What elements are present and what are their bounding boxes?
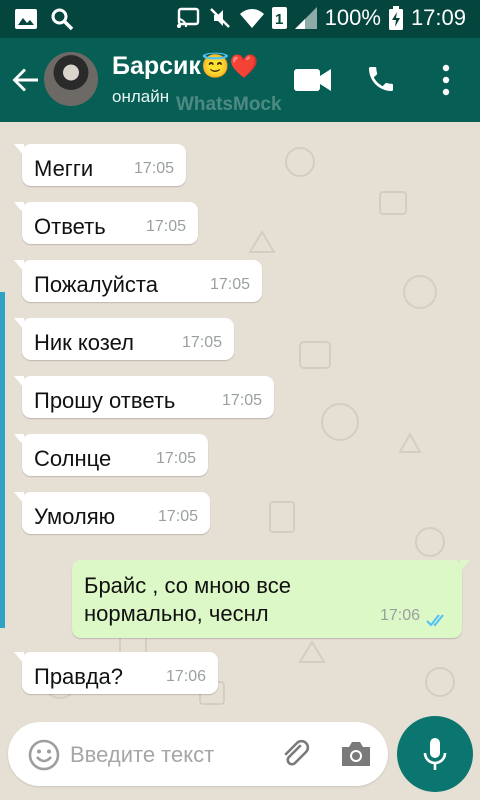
message-time: 17:05 [145, 218, 186, 235]
message-bubble-incoming[interactable]: Солнце 17:05 [14, 434, 208, 476]
message-time: 17:05 [157, 508, 198, 525]
message-bubble-incoming[interactable]: Мегги 17:05 [14, 144, 186, 186]
video-call-icon[interactable] [294, 67, 332, 93]
message-time: 17:06 [165, 668, 206, 685]
camera-icon[interactable] [339, 739, 373, 769]
message-bubble-incoming[interactable]: Правда? 17:06 [14, 652, 218, 694]
phone-icon[interactable] [365, 63, 397, 95]
message-text: Умоляю [34, 504, 116, 529]
clock: 17:09 [410, 5, 466, 30]
message-time: 17:05 [155, 450, 196, 467]
mute-icon [209, 8, 230, 28]
message-bubble-incoming[interactable]: Умоляю 17:05 [14, 492, 210, 534]
mic-icon [423, 738, 447, 770]
contact-name-row[interactable]: Барсик😇❤️ [112, 52, 258, 81]
watermark: WhatsMock [176, 94, 282, 115]
image-icon [15, 9, 37, 29]
message-time: 17:05 [209, 276, 250, 293]
cast-icon [176, 7, 199, 28]
message-text: Солнце [34, 446, 112, 471]
read-receipt-icon [426, 614, 444, 627]
message-text: Ответь [34, 214, 106, 239]
emoji-icon[interactable] [28, 739, 60, 771]
message-text: Прошу ответь [34, 388, 176, 413]
message-text: Ник козел [34, 330, 134, 355]
more-vert-icon[interactable] [436, 62, 456, 98]
avatar[interactable] [44, 52, 98, 106]
status-bar: 1 100% 17:09 [0, 0, 480, 38]
message-bubble-incoming[interactable]: Ответь 17:05 [14, 202, 198, 244]
message-text: Правда? [34, 664, 124, 689]
mic-button[interactable] [397, 716, 473, 792]
back-arrow-icon[interactable] [10, 64, 42, 96]
message-bubble-outgoing[interactable]: Брайс , со мною все нормально, чеснл 17:… [72, 560, 470, 638]
message-bubble-incoming[interactable]: Прошу ответь 17:05 [14, 376, 274, 418]
message-time: 17:05 [133, 160, 174, 177]
message-time: 17:06 [379, 607, 420, 624]
wifi-icon [239, 9, 264, 28]
message-time: 17:05 [221, 392, 262, 409]
message-text: Брайс , со мною все нормально, чеснл [84, 573, 291, 626]
composer-pill[interactable] [8, 722, 388, 786]
message-input[interactable] [68, 736, 272, 774]
contact-emoji: 😇❤️ [200, 53, 259, 79]
contact-status: онлайн [112, 87, 170, 106]
scroll-indicator[interactable] [0, 292, 5, 628]
signal-icon [294, 7, 317, 29]
battery-charging-icon [388, 6, 403, 30]
chat-area[interactable]: Мегги 17:05 Ответь 17:05 Пожалуйста 17:0… [0, 122, 480, 714]
message-text: Пожалуйста [34, 272, 158, 297]
search-icon [51, 8, 74, 31]
sim-slot-badge: 1 [271, 7, 287, 29]
message-text: Мегги [34, 156, 94, 181]
message-bubble-incoming[interactable]: Пожалуйста 17:05 [14, 260, 262, 302]
attach-icon[interactable] [280, 738, 312, 770]
chat-header: Барсик😇❤️ онлайн WhatsMock [0, 38, 480, 122]
contact-name[interactable]: Барсик [112, 52, 201, 80]
battery-percent: 100% [324, 5, 381, 30]
message-bubble-incoming[interactable]: Ник козел 17:05 [14, 318, 234, 360]
message-time: 17:05 [181, 334, 222, 351]
composer-bar [0, 714, 480, 800]
